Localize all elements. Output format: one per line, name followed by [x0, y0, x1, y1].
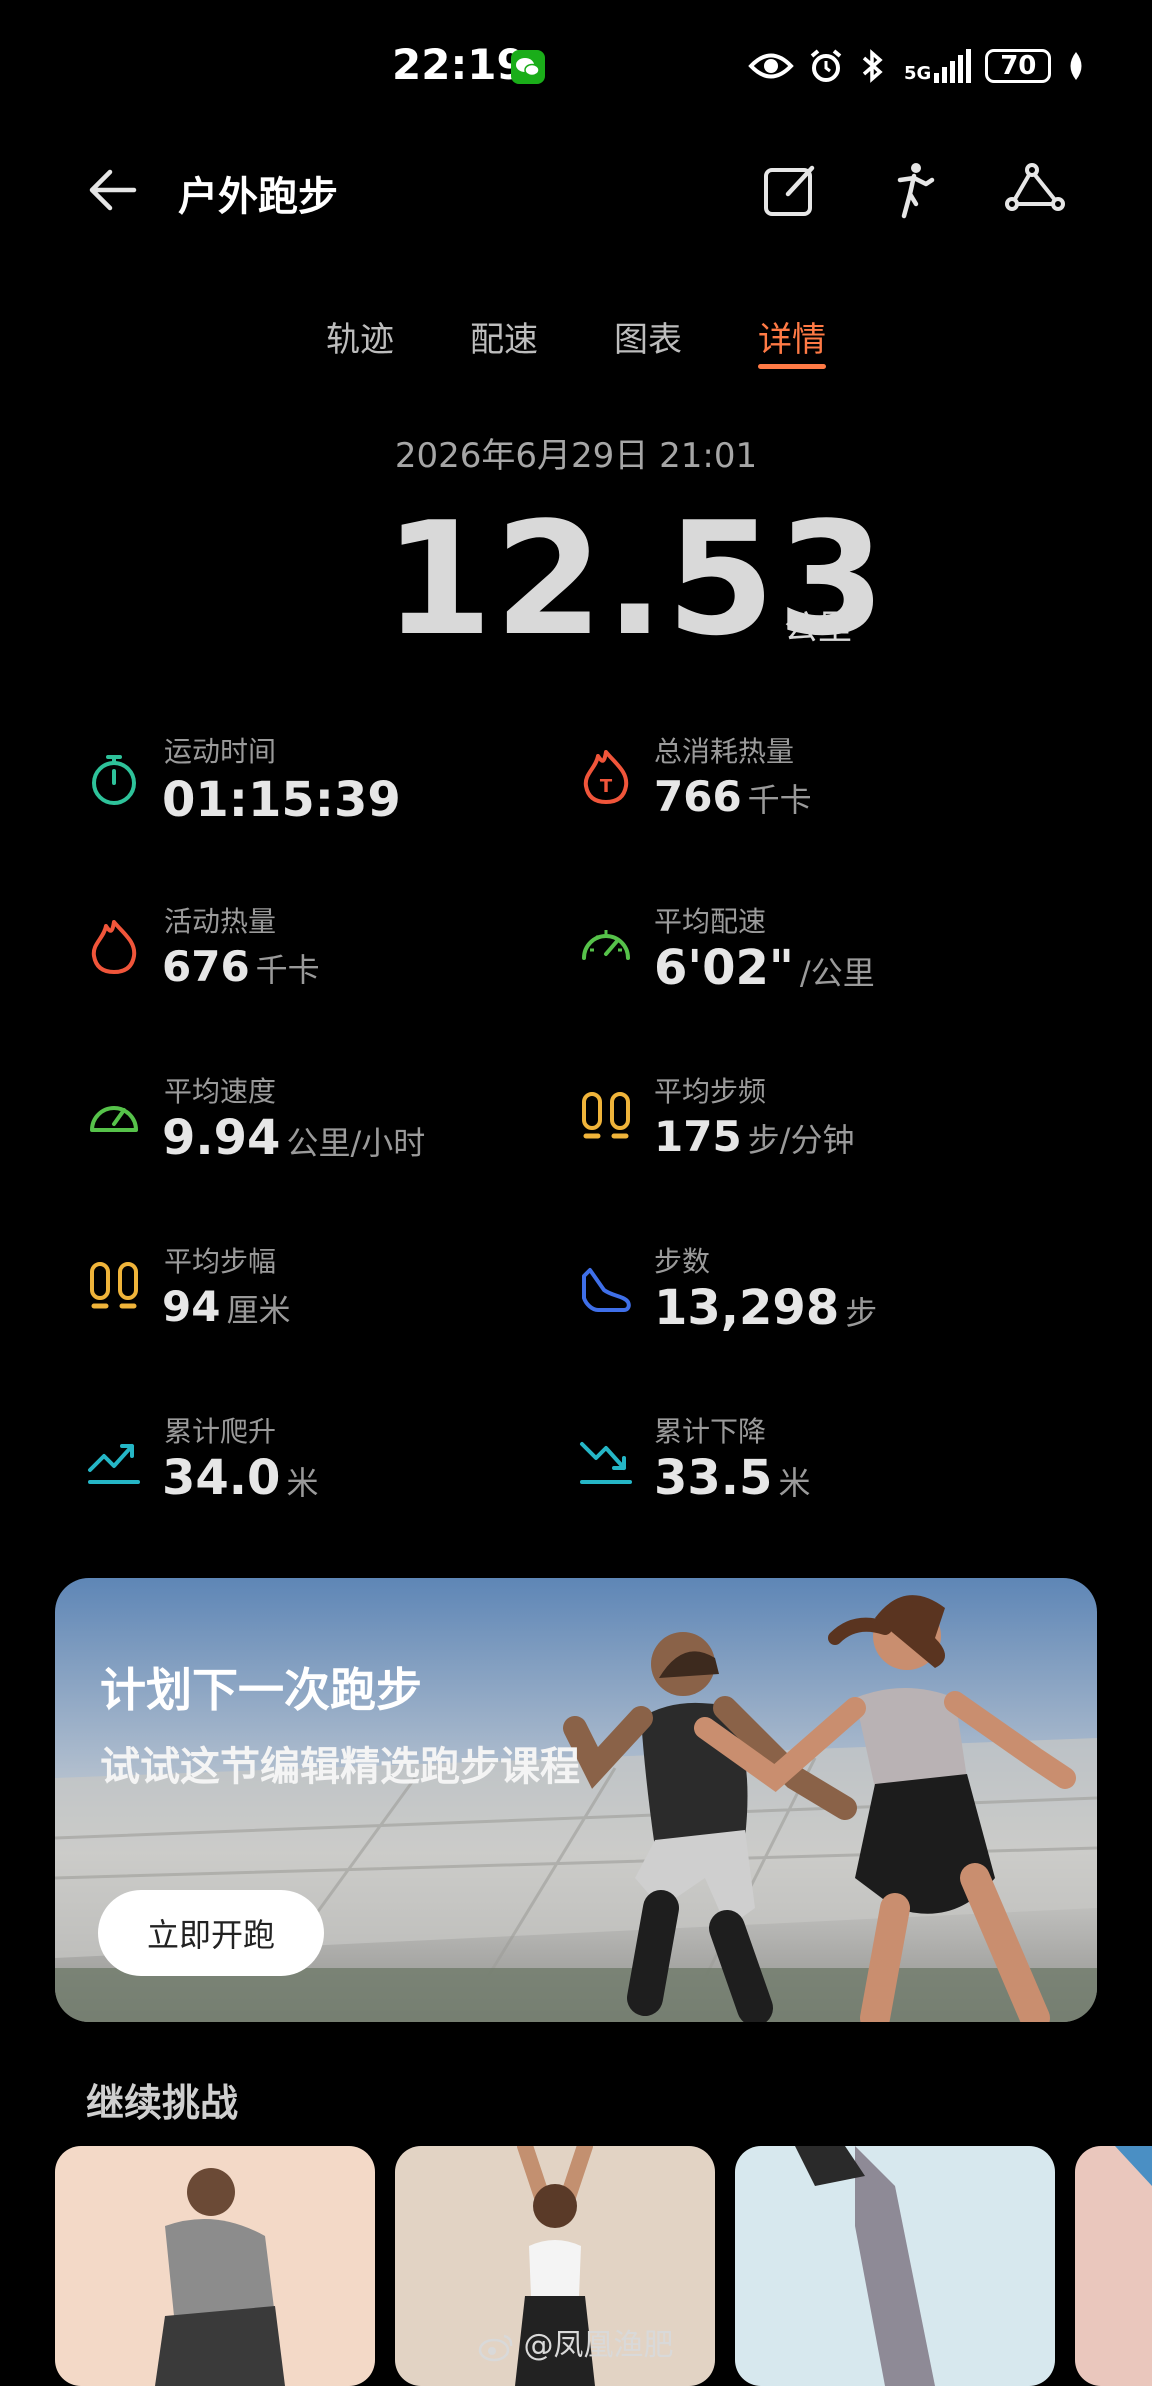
descent-value: 33.5 — [654, 1450, 773, 1506]
status-time: 22:19 — [392, 40, 526, 89]
stat-value-steps: 13,298 步 — [654, 1280, 877, 1336]
tab-details[interactable]: 详情 — [758, 312, 826, 361]
stat-label-steps: 步数 — [654, 1245, 711, 1278]
tab-pace[interactable]: 配速 — [470, 312, 538, 361]
stat-label-avg-pace: 平均配速 — [654, 905, 767, 938]
flame-total-icon: T — [578, 748, 634, 804]
avg-pace-unit: /公里 — [799, 954, 875, 992]
descent-icon — [578, 1434, 634, 1490]
active-tab-indicator — [758, 364, 826, 369]
challenge-card[interactable] — [1075, 2146, 1152, 2386]
stat-value-ascent: 34.0 米 — [162, 1450, 318, 1506]
tab-charts[interactable]: 图表 — [614, 312, 682, 361]
battery-level: 70 — [1000, 51, 1037, 81]
stride-icon — [86, 1260, 142, 1316]
avg-speed-value: 9.94 — [162, 1110, 281, 1166]
status-icons: 5G 70 — [748, 44, 1087, 88]
challenge-card[interactable] — [735, 2146, 1055, 2386]
stat-value-duration: 01:15:39 — [162, 772, 401, 828]
stat-label-active-calories: 活动热量 — [164, 905, 277, 938]
stat-value-total-calories: 766 千卡 — [654, 772, 812, 821]
gauge-icon — [86, 1090, 142, 1146]
edit-icon — [764, 165, 815, 216]
challenge-card[interactable] — [55, 2146, 375, 2386]
flame-icon — [86, 918, 142, 974]
share-route-button[interactable] — [1004, 158, 1068, 222]
edit-button[interactable] — [758, 158, 822, 222]
cadence-unit: 步/分钟 — [747, 1121, 855, 1159]
wechat-notification-icon — [511, 50, 545, 84]
stat-label-duration: 运动时间 — [164, 735, 277, 768]
network-icon: 5G — [904, 49, 972, 84]
active-calories-value: 676 — [162, 942, 250, 991]
card-image-leg — [795, 2146, 935, 2386]
stride-unit: 厘米 — [226, 1291, 291, 1329]
duration-value: 01:15:39 — [162, 772, 401, 828]
ascent-unit: 米 — [286, 1464, 319, 1502]
speedometer-icon — [578, 918, 634, 974]
watermark-text: @凤凰渔肥 — [523, 2328, 674, 2363]
battery-indicator: 70 — [985, 49, 1052, 83]
ascent-value: 34.0 — [162, 1450, 281, 1506]
stat-label-cadence: 平均步频 — [654, 1075, 767, 1108]
route-icon — [1005, 163, 1065, 211]
network-label: 5G — [904, 63, 932, 84]
runner-icon — [897, 163, 935, 219]
total-calories-value: 766 — [654, 772, 742, 821]
arrow-left-icon — [89, 169, 137, 211]
steps-value: 13,298 — [654, 1280, 840, 1336]
start-run-button[interactable]: 立即开跑 — [98, 1890, 324, 1976]
stat-value-avg-speed: 9.94 公里/小时 — [162, 1110, 425, 1166]
banner-title: 计划下一次跑步 — [100, 1663, 422, 1717]
ascent-icon — [86, 1434, 142, 1490]
stat-value-avg-pace: 6'02"/公里 — [654, 940, 875, 996]
stat-value-stride: 94 厘米 — [162, 1282, 290, 1331]
leaf-icon — [1070, 52, 1082, 80]
watermark: @凤凰渔肥 — [478, 2320, 674, 2364]
workout-date: 2026年6月29日 21:01 — [394, 436, 758, 476]
stat-label-descent: 累计下降 — [654, 1415, 767, 1448]
stat-value-descent: 33.5 米 — [654, 1450, 810, 1506]
section-title-continue-challenge: 继续挑战 — [86, 2081, 239, 2125]
distance-unit: 公里 — [784, 608, 852, 648]
back-button[interactable] — [84, 160, 144, 220]
stat-label-ascent: 累计爬升 — [164, 1415, 277, 1448]
cadence-value: 175 — [654, 1112, 742, 1161]
shoe-icon — [578, 1262, 634, 1318]
stride-value: 94 — [162, 1282, 221, 1331]
descent-unit: 米 — [778, 1464, 811, 1502]
bluetooth-icon — [862, 49, 883, 83]
svg-text:T: T — [600, 776, 613, 797]
stopwatch-icon — [86, 752, 142, 808]
page-title: 户外跑步 — [178, 174, 338, 220]
weibo-icon — [478, 2334, 513, 2361]
tab-track[interactable]: 轨迹 — [326, 312, 394, 361]
card-image-squat — [155, 2168, 285, 2386]
eye-icon — [748, 53, 794, 79]
stat-value-cadence: 175 步/分钟 — [654, 1112, 854, 1161]
running-pose-button[interactable] — [880, 158, 944, 222]
card-image-partial — [1115, 2146, 1152, 2186]
stat-label-stride: 平均步幅 — [164, 1245, 277, 1278]
banner-subtitle: 试试这节编辑精选跑步课程 — [100, 1744, 580, 1790]
steps-unit: 步 — [845, 1294, 878, 1332]
stat-label-avg-speed: 平均速度 — [164, 1075, 277, 1108]
stat-label-total-calories: 总消耗热量 — [654, 735, 795, 768]
total-calories-unit: 千卡 — [747, 781, 812, 819]
stat-value-active-calories: 676 千卡 — [162, 942, 320, 991]
alarm-icon — [810, 49, 842, 82]
active-calories-unit: 千卡 — [255, 951, 320, 989]
footprints-icon — [578, 1090, 634, 1146]
avg-pace-value: 6'02" — [654, 940, 794, 996]
avg-speed-unit: 公里/小时 — [286, 1124, 426, 1162]
